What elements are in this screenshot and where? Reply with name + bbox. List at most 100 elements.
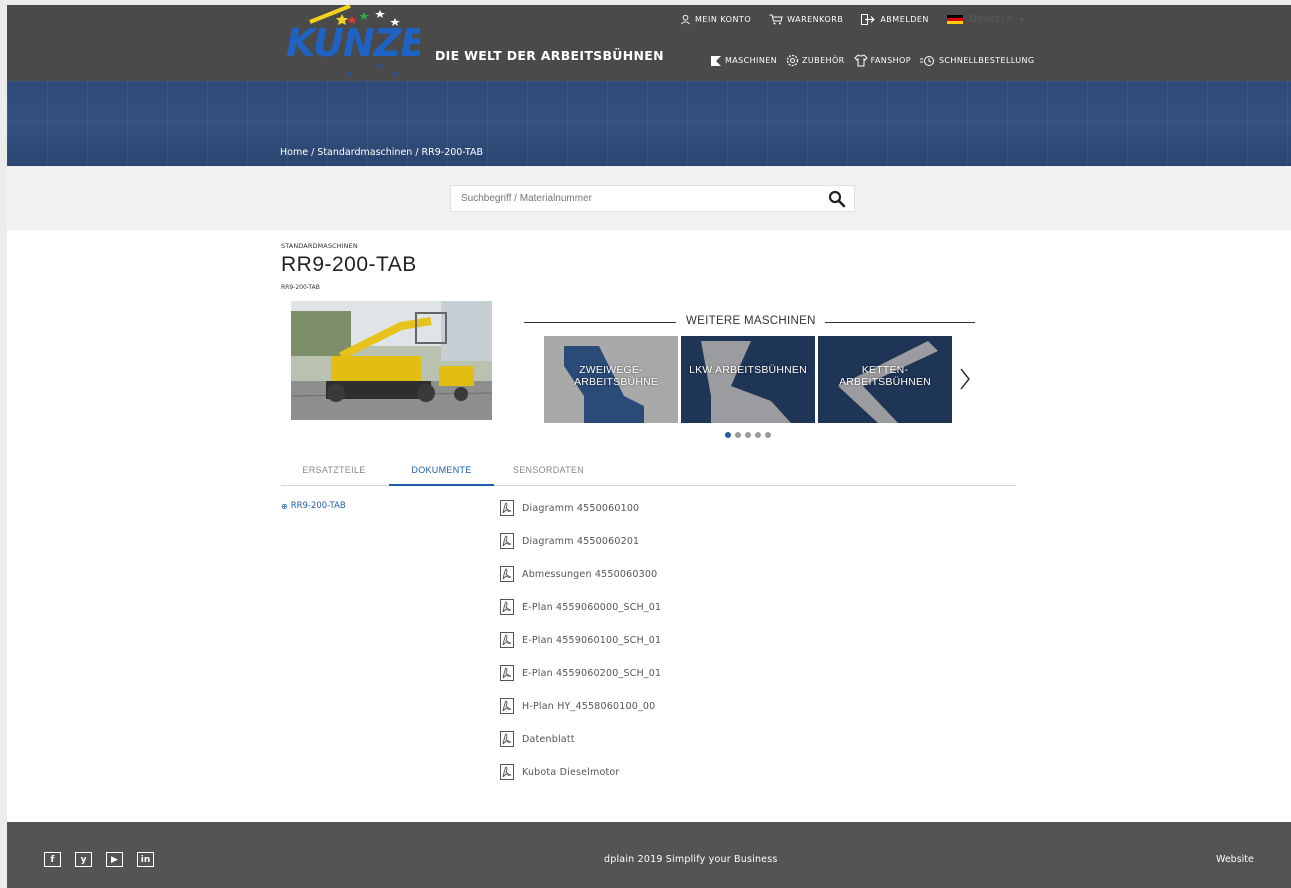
search-box: [450, 185, 855, 212]
section-divider-right: [825, 322, 975, 323]
document-link[interactable]: Datenblatt: [500, 731, 575, 747]
radio-icon: ⊕: [281, 501, 288, 511]
nav-machines[interactable]: MASCHINEN: [710, 55, 777, 67]
twitter-icon[interactable]: y: [75, 852, 92, 867]
kunze-logo[interactable]: KUNZE: [280, 4, 420, 90]
document-name: E-Plan 4559060100_SCH_01: [522, 634, 662, 646]
document-name: Datenblatt: [522, 733, 575, 745]
active-tab-indicator: [389, 484, 494, 486]
product-photo: [291, 301, 492, 420]
search-band: [7, 166, 1291, 230]
document-tree-item[interactable]: ⊕ RR9-200-TAB: [281, 501, 346, 511]
logout-icon: [861, 14, 876, 25]
footer-copyright: dplain 2019 Simplify your Business: [604, 854, 778, 865]
pdf-icon: [500, 698, 514, 714]
page: KUNZE DIE WELT DER ARBEITSBÜHNEN MEIN KO…: [0, 0, 1291, 888]
carousel-next-icon[interactable]: [958, 364, 972, 394]
top-nav: MEIN KONTO WARENKORB ABMELDEN Deutsch ▾: [680, 14, 1024, 25]
document-link[interactable]: Abmessungen 4550060300: [500, 566, 657, 582]
machine-tile-ketten[interactable]: KETTEN-ARBEITSBÜHNEN: [818, 336, 952, 423]
document-link[interactable]: Diagramm 4550060100: [500, 500, 639, 516]
tab-sensordaten[interactable]: SENSORDATEN: [506, 465, 591, 475]
linkedin-icon[interactable]: in: [137, 852, 154, 867]
document-name: E-Plan 4559060200_SCH_01: [522, 667, 662, 679]
hero-blueprint-pattern: [7, 81, 1291, 166]
product-category: STANDARDMASCHINEN: [281, 242, 358, 250]
site-tagline: DIE WELT DER ARBEITSBÜHNEN: [435, 48, 664, 63]
document-name: E-Plan 4559060000_SCH_01: [522, 601, 662, 613]
nav-fanshop-label: FANSHOP: [870, 56, 911, 65]
pdf-icon: [500, 764, 514, 780]
footer-website-link[interactable]: Website: [1216, 854, 1254, 865]
pdf-icon: [500, 500, 514, 516]
machine-tile-zweiwege[interactable]: ZWEIWEGE-ARBEITSBÜHNE: [544, 336, 678, 423]
quick-order-icon: [919, 56, 934, 66]
shirt-icon: [853, 54, 868, 67]
document-link[interactable]: H-Plan HY_4558060100_00: [500, 698, 655, 714]
document-name: H-Plan HY_4558060100_00: [522, 700, 656, 712]
document-name: Diagramm 4550060201: [522, 535, 640, 547]
document-name: Diagramm 4550060100: [522, 502, 640, 514]
search-input[interactable]: [461, 186, 821, 211]
cart-icon: [769, 14, 783, 25]
chevron-down-icon: ▾: [1019, 15, 1025, 24]
cart-label: WARENKORB: [787, 15, 844, 24]
carousel-dot[interactable]: [735, 432, 741, 438]
carousel-dot[interactable]: [755, 432, 761, 438]
nav-machines-label: MASCHINEN: [725, 56, 778, 65]
flag-de-icon: [946, 15, 963, 24]
nav-accessories-label: ZUBEHÖR: [802, 56, 845, 65]
language-label: Deutsch: [968, 14, 1014, 25]
tab-dokumente[interactable]: DOKUMENTE: [389, 465, 494, 475]
cart-link[interactable]: WARENKORB: [769, 14, 843, 25]
user-icon: [681, 14, 690, 25]
document-link[interactable]: Diagramm 4550060201: [500, 533, 639, 549]
machine-tile-lkw[interactable]: LKW ARBEITSBÜHNEN: [681, 336, 815, 423]
pdf-icon: [500, 533, 514, 549]
search-icon[interactable]: [828, 190, 846, 208]
social-links: f y ▶ in: [44, 852, 154, 867]
my-account-label: MEIN KONTO: [695, 15, 752, 24]
hero-banner: Home / Standardmaschinen / RR9-200-TAB: [7, 81, 1291, 166]
lkw-illustration: [681, 336, 815, 423]
tree-item-label: RR9-200-TAB: [290, 501, 346, 511]
pdf-icon: [500, 632, 514, 648]
document-link[interactable]: Kubota Dieselmotor: [500, 764, 620, 780]
youtube-icon[interactable]: ▶: [106, 852, 123, 867]
tab-ersatzteile[interactable]: ERSATZTEILE: [289, 465, 379, 475]
tabs: ERSATZTEILE DOKUMENTE SENSORDATEN: [281, 460, 1016, 486]
facebook-icon[interactable]: f: [44, 852, 61, 867]
section-divider-left: [524, 322, 676, 323]
carousel-dot[interactable]: [725, 432, 731, 438]
tile-label: KETTEN-ARBEITSBÜHNEN: [839, 364, 931, 388]
document-link[interactable]: E-Plan 4559060100_SCH_01: [500, 632, 661, 648]
pdf-icon: [500, 731, 514, 747]
nav-fanshop[interactable]: FANSHOP: [853, 54, 911, 67]
pdf-icon: [500, 665, 514, 681]
document-link[interactable]: E-Plan 4559060000_SCH_01: [500, 599, 661, 615]
logout-label: ABMELDEN: [880, 15, 929, 24]
carousel-dots: [725, 432, 771, 438]
document-name: Kubota Dieselmotor: [522, 766, 620, 778]
document-name: Abmessungen 4550060300: [522, 568, 658, 580]
product-subtitle: RR9-200-TAB: [281, 284, 320, 291]
nav-quick-order[interactable]: SCHNELLBESTELLUNG: [919, 54, 1035, 67]
tile-label: LKW ARBEITSBÜHNEN: [689, 364, 807, 376]
svg-text:KUNZE: KUNZE: [286, 21, 420, 65]
document-link[interactable]: E-Plan 4559060200_SCH_01: [500, 665, 661, 681]
carousel-dot[interactable]: [745, 432, 751, 438]
logout-link[interactable]: ABMELDEN: [861, 14, 929, 25]
product-title: RR9-200-TAB: [281, 253, 417, 276]
site-footer: f y ▶ in dplain 2019 Simplify your Busin…: [7, 822, 1291, 888]
language-selector[interactable]: Deutsch ▾: [946, 14, 1025, 25]
my-account-link[interactable]: MEIN KONTO: [680, 14, 751, 25]
window-frame-left: [0, 0, 7, 888]
carousel-dot[interactable]: [765, 432, 771, 438]
breadcrumb[interactable]: Home / Standardmaschinen / RR9-200-TAB: [280, 147, 483, 158]
nav-accessories[interactable]: ZUBEHÖR: [786, 54, 845, 67]
gear-icon: [786, 54, 799, 67]
pdf-icon: [500, 566, 514, 582]
site-header: KUNZE DIE WELT DER ARBEITSBÜHNEN MEIN KO…: [7, 4, 1291, 84]
more-machines-title: WEITERE MASCHINEN: [686, 315, 816, 327]
main-nav: MASCHINEN ZUBEHÖR FANSHOP SCHNELLBESTELL…: [710, 54, 1035, 67]
